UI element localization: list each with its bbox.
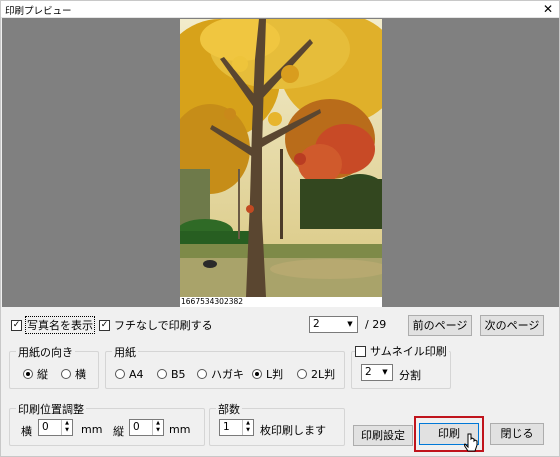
radio-selected-icon xyxy=(252,369,262,379)
prev-page-button[interactable]: 前のページ xyxy=(408,315,472,336)
page-select[interactable]: 2 ▼ xyxy=(309,316,358,333)
paper-2l-label: 2L判 xyxy=(311,368,336,381)
print-settings-button[interactable]: 印刷設定 xyxy=(353,425,413,446)
chevron-down-icon: ▼ xyxy=(347,320,353,328)
vertical-offset-spinner[interactable]: 0 ▲ ▼ xyxy=(129,419,164,436)
paper-postcard-label: ハガキ xyxy=(211,368,244,381)
paper-l-radio[interactable]: L判 xyxy=(252,367,283,381)
thumbnail-checkbox[interactable]: サムネイル印刷 xyxy=(355,344,449,358)
orientation-portrait-radio[interactable]: 縦 xyxy=(23,367,48,381)
spinner-arrows-icon[interactable]: ▲ ▼ xyxy=(152,420,163,435)
split-select[interactable]: 2 ▼ xyxy=(361,364,393,381)
orientation-landscape-label: 横 xyxy=(75,368,86,381)
thumbnail-label: サムネイル印刷 xyxy=(370,345,447,358)
split-value: 2 xyxy=(365,366,372,378)
print-preview-dialog: 印刷プレビュー ✕ 1667534302382 ✓ 写真名を表示 ✓ フチなしで… xyxy=(0,0,560,457)
show-name-label: 写真名を表示 xyxy=(25,316,95,334)
paper-title: 用紙 xyxy=(112,344,138,360)
split-unit: 分割 xyxy=(399,369,421,382)
next-page-button[interactable]: 次のページ xyxy=(480,315,544,336)
vertical-unit: mm xyxy=(169,423,191,436)
paper-a4-radio[interactable]: A4 xyxy=(115,367,144,381)
page-total: / 29 xyxy=(365,318,387,331)
paper-postcard-radio[interactable]: ハガキ xyxy=(197,367,244,381)
radio-selected-icon xyxy=(23,369,33,379)
copies-title: 部数 xyxy=(216,401,242,417)
copies-suffix: 枚印刷します xyxy=(260,424,326,437)
copies-spinner[interactable]: 1 ▲ ▼ xyxy=(219,419,254,436)
horizontal-unit: mm xyxy=(81,423,103,436)
radio-icon xyxy=(157,369,167,379)
position-title: 印刷位置調整 xyxy=(16,401,86,417)
orientation-portrait-label: 縦 xyxy=(37,368,48,381)
photo-filename: 1667534302382 xyxy=(181,297,244,306)
close-button[interactable]: 閉じる xyxy=(490,423,544,445)
show-name-checkbox[interactable]: ✓ 写真名を表示 xyxy=(11,316,95,334)
horizontal-offset-spinner[interactable]: 0 ▲ ▼ xyxy=(38,419,73,436)
vertical-label: 縦 xyxy=(113,425,124,438)
radio-icon xyxy=(297,369,307,379)
radio-icon xyxy=(197,369,207,379)
check-icon: ✓ xyxy=(11,319,22,331)
paper-b5-radio[interactable]: B5 xyxy=(157,367,186,381)
borderless-checkbox[interactable]: ✓ フチなしで印刷する xyxy=(99,318,213,332)
borderless-label: フチなしで印刷する xyxy=(114,319,213,332)
chevron-down-icon: ▼ xyxy=(382,368,388,376)
vertical-value: 0 xyxy=(133,421,140,433)
paper-2l-radio[interactable]: 2L判 xyxy=(297,367,335,381)
spinner-arrows-icon[interactable]: ▲ ▼ xyxy=(242,420,253,435)
preview-area: 1667534302382 xyxy=(2,18,559,307)
orientation-title: 用紙の向き xyxy=(16,344,75,360)
orientation-landscape-radio[interactable]: 横 xyxy=(61,367,86,381)
preview-page: 1667534302382 xyxy=(180,19,382,307)
horizontal-value: 0 xyxy=(42,421,49,433)
paper-l-label: L判 xyxy=(266,368,284,381)
check-icon: ✓ xyxy=(99,319,110,331)
radio-icon xyxy=(61,369,71,379)
spinner-arrows-icon[interactable]: ▲ ▼ xyxy=(61,420,72,435)
paper-a4-label: A4 xyxy=(129,367,144,381)
window-title: 印刷プレビュー xyxy=(5,6,72,17)
checkbox-icon xyxy=(355,345,366,357)
close-icon[interactable]: ✕ xyxy=(540,1,556,17)
radio-icon xyxy=(115,369,125,379)
paper-b5-label: B5 xyxy=(171,367,186,381)
horizontal-label: 横 xyxy=(21,425,32,438)
page-select-value: 2 xyxy=(313,318,320,330)
title-bar: 印刷プレビュー ✕ xyxy=(1,1,559,18)
preview-photo xyxy=(180,19,382,297)
mouse-cursor-icon xyxy=(464,433,478,452)
copies-value: 1 xyxy=(223,421,230,433)
